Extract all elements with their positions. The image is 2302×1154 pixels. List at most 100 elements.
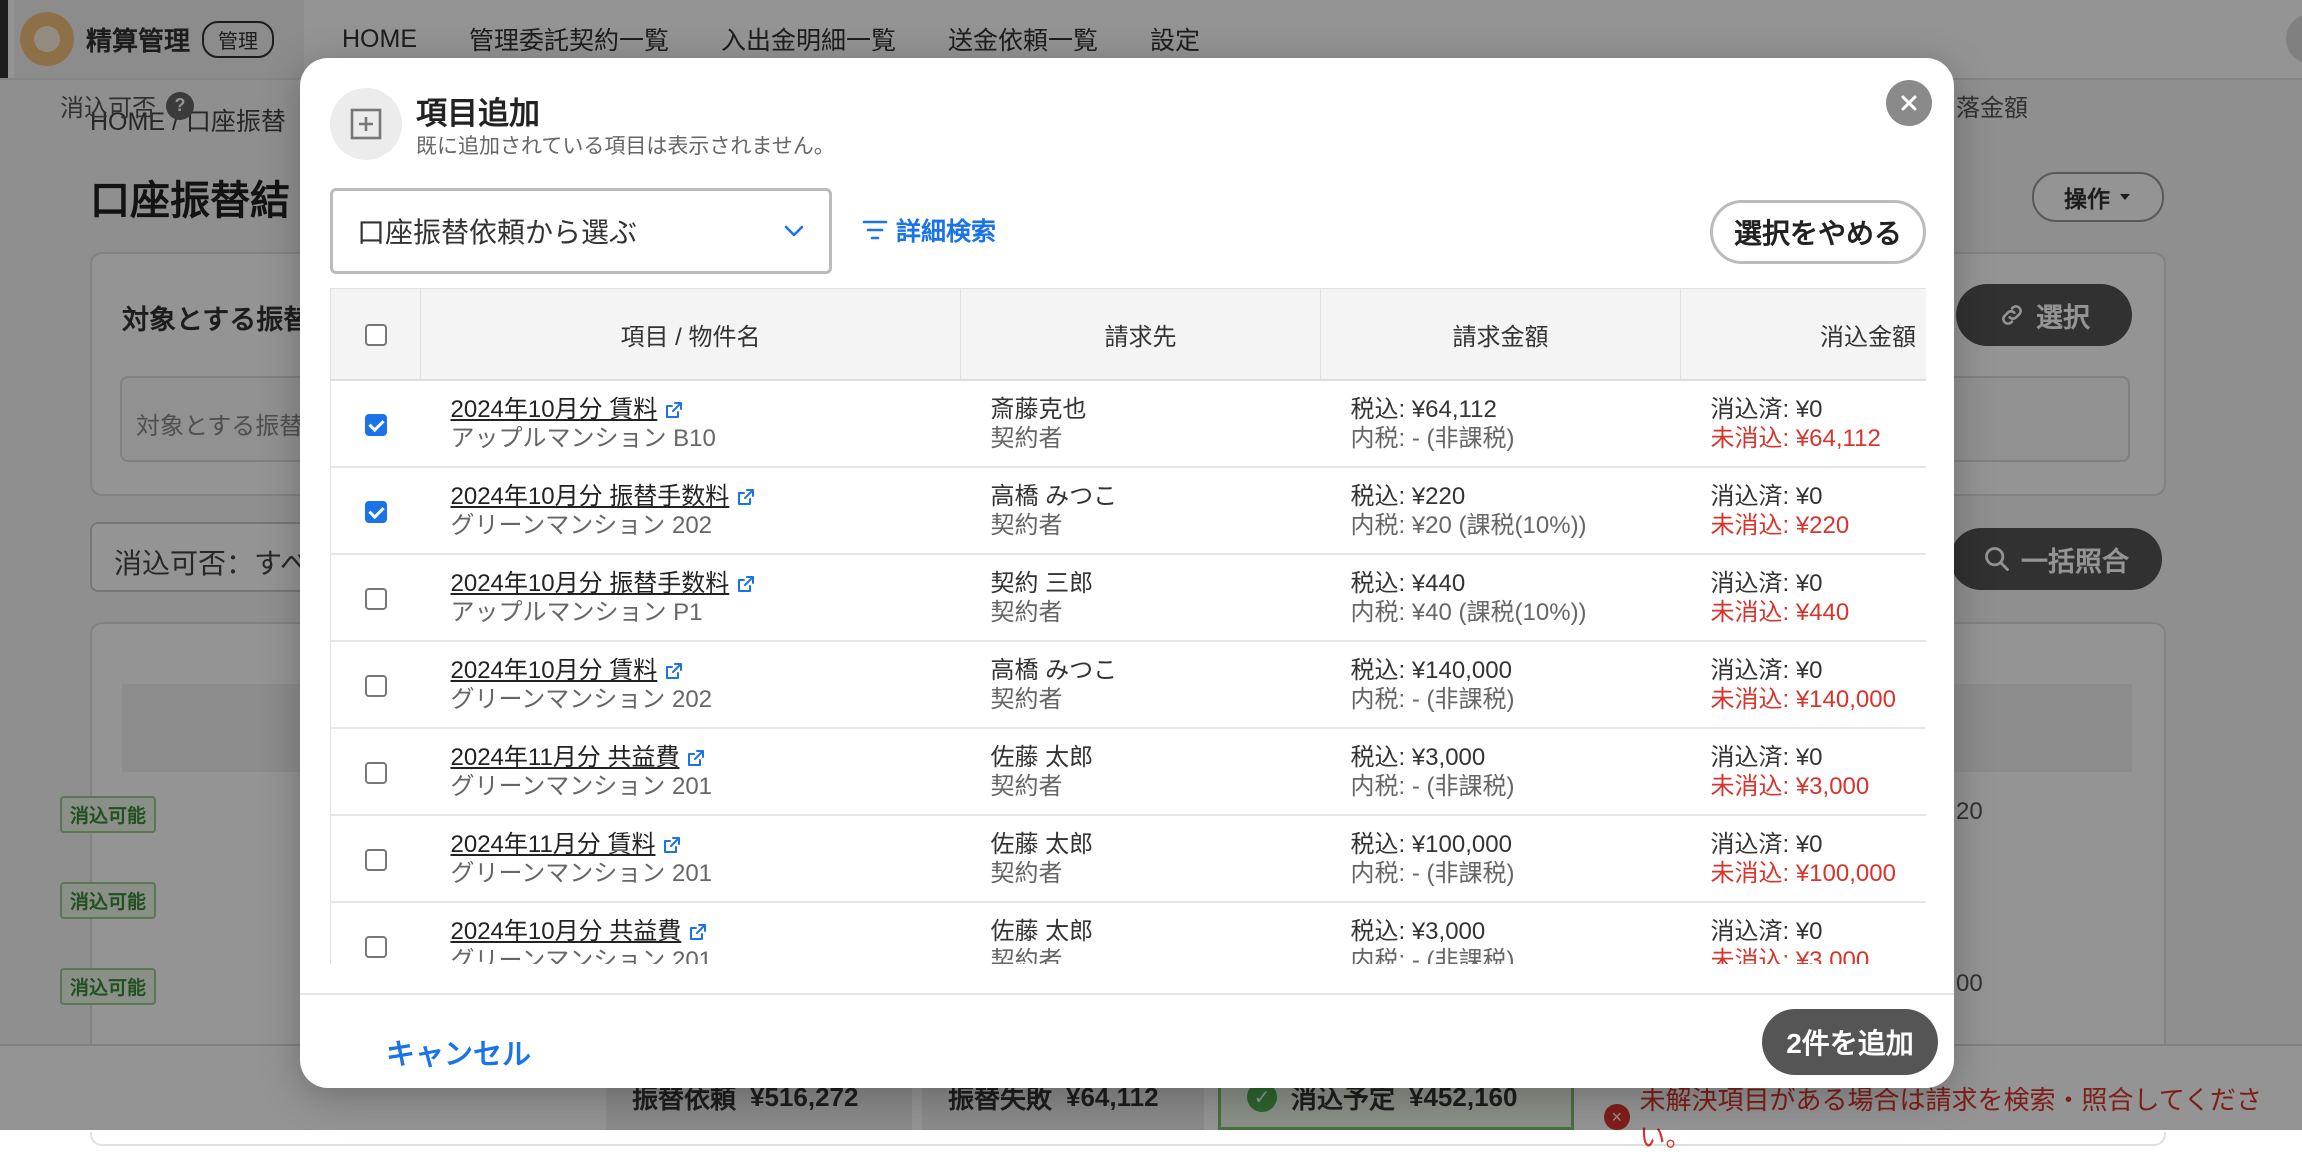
tax-detail: 内税: - (非課税) xyxy=(1350,424,1515,452)
item-link[interactable]: 2024年10月分 振替手数料 xyxy=(451,570,730,597)
unsettled-amount: 未消込: ¥3,000 xyxy=(1710,946,1870,965)
tax-included-amount: 税込: ¥220 xyxy=(1350,482,1466,510)
billed-amount-cell: 税込: ¥100,000 内税: - (非課税) xyxy=(1320,815,1681,903)
col-billed-amount: 請求金額 xyxy=(1320,288,1681,381)
unsettled-amount: 未消込: ¥3,000 xyxy=(1710,772,1870,800)
reconciled-amount-cell: 消込済: ¥0 未消込: ¥140,000 xyxy=(1680,641,1926,729)
client-role: 契約者 xyxy=(990,424,1063,452)
col-item: 項目 / 物件名 xyxy=(420,288,961,381)
row-checkbox[interactable] xyxy=(364,587,387,610)
item-table-container[interactable]: 項目 / 物件名 請求先 請求金額 消込金額 2024年10月分 賃料 アップルマ… xyxy=(330,288,1926,964)
external-link-icon[interactable] xyxy=(689,923,707,941)
row-checkbox[interactable] xyxy=(364,500,387,523)
external-link-icon[interactable] xyxy=(737,575,755,593)
settled-amount: 消込済: ¥0 xyxy=(1710,656,1823,684)
client-cell: 佐藤 太郎 契約者 xyxy=(960,728,1321,816)
unsettled-amount: 未消込: ¥100,000 xyxy=(1710,859,1896,887)
tax-included-amount: 税込: ¥3,000 xyxy=(1350,917,1486,945)
settled-amount: 消込済: ¥0 xyxy=(1710,830,1823,858)
cancel-button[interactable]: キャンセル xyxy=(386,1031,531,1073)
client-name: 斎藤克也 xyxy=(990,395,1087,423)
client-name: 佐藤 太郎 xyxy=(990,743,1094,771)
client-name: 契約 三郎 xyxy=(990,569,1094,597)
property-name: アップルマンション B10 xyxy=(450,424,716,452)
add-item-modal: 項目追加 既に追加されている項目は表示されません。 口座振替依頼から選ぶ 詳細検… xyxy=(300,58,1954,1088)
property-name: グリーンマンション 202 xyxy=(450,511,713,539)
table-row[interactable]: 2024年10月分 振替手数料 アップルマンション P1 契約 三郎 契約者 税込: ¥… xyxy=(330,554,1926,642)
billed-amount-cell: 税込: ¥3,000 内税: - (非課税) xyxy=(1320,902,1681,965)
close-button[interactable] xyxy=(1886,80,1932,126)
row-select-cell xyxy=(330,554,421,642)
row-checkbox[interactable] xyxy=(364,848,387,871)
external-link-icon[interactable] xyxy=(665,401,683,419)
billed-amount-cell: 税込: ¥64,112 内税: - (非課税) xyxy=(1320,380,1681,468)
tax-detail: 内税: - (非課税) xyxy=(1350,685,1515,713)
chevron-down-icon xyxy=(784,225,804,237)
settled-amount: 消込済: ¥0 xyxy=(1710,917,1823,945)
item-link[interactable]: 2024年10月分 賃料 xyxy=(451,657,658,684)
external-link-icon[interactable] xyxy=(665,662,683,680)
advanced-search-label: 詳細検索 xyxy=(896,218,997,246)
table-row[interactable]: 2024年11月分 賃料 グリーンマンション 201 佐藤 太郎 契約者 税込: ¥10… xyxy=(330,815,1926,903)
modal-footer: キャンセル 2件を追加 xyxy=(300,993,1954,1088)
stop-selection-button[interactable]: 選択をやめる xyxy=(1710,200,1926,264)
client-role: 契約者 xyxy=(990,946,1063,965)
add-items-button[interactable]: 2件を追加 xyxy=(1762,1009,1938,1075)
property-name: グリーンマンション 201 xyxy=(450,946,713,965)
item-link[interactable]: 2024年11月分 賃料 xyxy=(451,831,656,858)
tax-detail: 内税: - (非課税) xyxy=(1350,946,1515,965)
row-checkbox[interactable] xyxy=(364,674,387,697)
row-checkbox[interactable] xyxy=(364,761,387,784)
client-cell: 斎藤克也 契約者 xyxy=(960,380,1321,468)
unsettled-amount: 未消込: ¥64,112 xyxy=(1710,424,1881,452)
item-link[interactable]: 2024年10月分 共益費 xyxy=(451,918,682,945)
item-cell: 2024年10月分 賃料 アップルマンション B10 xyxy=(420,380,961,468)
property-name: グリーンマンション 201 xyxy=(450,859,713,887)
client-cell: 高橋 みつこ 契約者 xyxy=(960,467,1321,555)
table-row[interactable]: 2024年10月分 共益費 グリーンマンション 201 佐藤 太郎 契約者 税込: ¥3… xyxy=(330,902,1926,965)
client-name: 佐藤 太郎 xyxy=(990,917,1094,945)
client-name: 高橋 みつこ xyxy=(990,482,1118,510)
item-cell: 2024年10月分 共益費 グリーンマンション 201 xyxy=(420,902,961,965)
row-checkbox[interactable] xyxy=(364,413,387,436)
property-name: アップルマンション P1 xyxy=(450,598,703,626)
settled-amount: 消込済: ¥0 xyxy=(1710,743,1823,771)
row-select-cell xyxy=(330,641,421,729)
tax-detail: 内税: ¥20 (課税(10%)) xyxy=(1350,511,1587,539)
billed-amount-cell: 税込: ¥440 内税: ¥40 (課税(10%)) xyxy=(1320,554,1681,642)
filter-icon xyxy=(862,220,888,240)
reconciled-amount-cell: 消込済: ¥0 未消込: ¥64,112 xyxy=(1680,380,1926,468)
tax-detail: 内税: - (非課税) xyxy=(1350,859,1515,887)
external-link-icon[interactable] xyxy=(663,836,681,854)
item-cell: 2024年10月分 振替手数料 グリーンマンション 202 xyxy=(420,467,961,555)
tax-detail: 内税: - (非課税) xyxy=(1350,772,1515,800)
table-row[interactable]: 2024年10月分 振替手数料 グリーンマンション 202 高橋 みつこ 契約者 税込:… xyxy=(330,467,1926,555)
settled-amount: 消込済: ¥0 xyxy=(1710,569,1823,597)
client-cell: 佐藤 太郎 契約者 xyxy=(960,815,1321,903)
client-cell: 契約 三郎 契約者 xyxy=(960,554,1321,642)
table-row[interactable]: 2024年10月分 賃料 グリーンマンション 202 高橋 みつこ 契約者 税込: ¥1… xyxy=(330,641,1926,729)
item-link[interactable]: 2024年10月分 振替手数料 xyxy=(451,483,730,510)
advanced-search-link[interactable]: 詳細検索 xyxy=(862,212,996,248)
table-header-row: 項目 / 物件名 請求先 請求金額 消込金額 xyxy=(330,288,1926,381)
external-link-icon[interactable] xyxy=(737,488,755,506)
item-link[interactable]: 2024年10月分 賃料 xyxy=(451,396,658,423)
unsettled-amount: 未消込: ¥140,000 xyxy=(1710,685,1896,713)
select-all-checkbox[interactable] xyxy=(364,323,387,346)
table-row[interactable]: 2024年11月分 共益費 グリーンマンション 201 佐藤 太郎 契約者 税込: ¥3… xyxy=(330,728,1926,816)
reconciled-amount-cell: 消込済: ¥0 未消込: ¥100,000 xyxy=(1680,815,1926,903)
modal-title: 項目追加 xyxy=(416,96,540,131)
external-link-icon[interactable] xyxy=(687,749,705,767)
settled-amount: 消込済: ¥0 xyxy=(1710,482,1823,510)
item-link[interactable]: 2024年11月分 共益費 xyxy=(451,744,680,771)
row-select-cell xyxy=(330,467,421,555)
billed-amount-cell: 税込: ¥220 内税: ¥20 (課税(10%)) xyxy=(1320,467,1681,555)
source-select[interactable]: 口座振替依頼から選ぶ xyxy=(330,188,832,274)
row-checkbox[interactable] xyxy=(364,935,387,958)
reconciled-amount-cell: 消込済: ¥0 未消込: ¥220 xyxy=(1680,467,1926,555)
table-row[interactable]: 2024年10月分 賃料 アップルマンション B10 斎藤克也 契約者 税込: ¥64,… xyxy=(330,380,1926,468)
row-select-cell xyxy=(330,380,421,468)
client-cell: 高橋 みつこ 契約者 xyxy=(960,641,1321,729)
settled-amount: 消込済: ¥0 xyxy=(1710,395,1823,423)
property-name: グリーンマンション 201 xyxy=(450,772,713,800)
